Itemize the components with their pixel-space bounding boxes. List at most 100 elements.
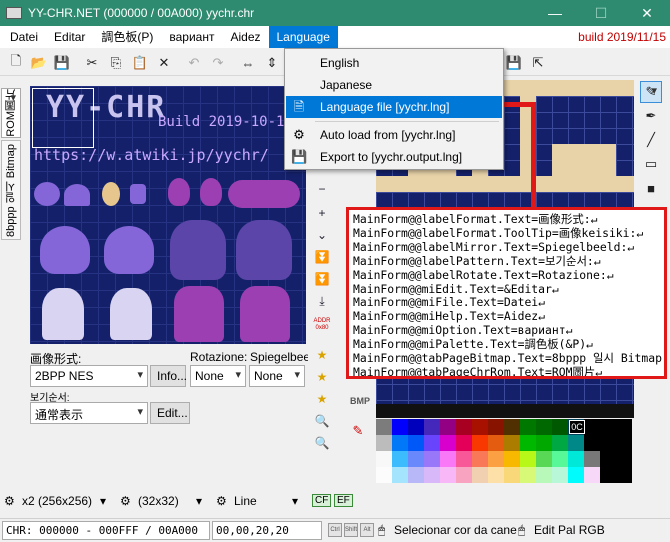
palette-swatch[interactable] <box>552 435 568 451</box>
palette-swatch[interactable] <box>552 419 568 435</box>
palette-swatch[interactable] <box>504 419 520 435</box>
palette-swatch[interactable] <box>536 435 552 451</box>
menu-item-japanese[interactable]: Japanese <box>286 74 502 96</box>
tab-rom[interactable]: ROM圖片 <box>1 88 21 138</box>
palette-swatch[interactable] <box>408 419 424 435</box>
palette-swatch[interactable] <box>520 467 536 483</box>
redo-icon[interactable]: ↷ <box>208 53 228 73</box>
menu-item-export[interactable]: 💾 Export to [yychr.output.lng] <box>286 146 502 168</box>
pattern-select[interactable]: 通常表示 <box>30 402 148 424</box>
rotation-select[interactable]: None <box>190 365 246 387</box>
zoom-select[interactable]: x2 (256x256) <box>22 494 92 508</box>
line-tool-icon[interactable]: ╱ <box>640 129 662 151</box>
grid-dropdown-icon[interactable]: ▾ <box>196 494 202 508</box>
cut-icon[interactable]: ✂ <box>82 53 102 73</box>
ef-toggle[interactable]: EF <box>334 494 353 507</box>
zoom-gear-icon[interactable]: ⚙ <box>4 494 15 508</box>
palette-grid[interactable] <box>376 419 634 483</box>
palette-swatch[interactable] <box>376 467 392 483</box>
palette-swatch[interactable] <box>568 435 584 451</box>
mirror-select[interactable]: None <box>249 365 305 387</box>
menu-language[interactable]: Language <box>268 26 338 48</box>
palette-edit-icon[interactable]: ✎ <box>348 420 368 442</box>
close-button[interactable]: ✕ <box>624 0 670 26</box>
filled-rect-icon[interactable]: ■ <box>640 177 662 199</box>
tool-gear-icon[interactable]: ⚙ <box>216 494 227 508</box>
new-file-icon[interactable]: 🗋 <box>6 53 26 73</box>
cf-toggle[interactable]: CF <box>312 494 332 507</box>
palette-swatch[interactable] <box>568 467 584 483</box>
palette-swatch[interactable] <box>472 467 488 483</box>
menu-palette[interactable]: 調色板(P) <box>93 26 161 48</box>
palette-swatch[interactable] <box>504 451 520 467</box>
palette-swatch[interactable] <box>568 451 584 467</box>
palette-swatch[interactable] <box>440 467 456 483</box>
palette-swatch[interactable] <box>520 435 536 451</box>
delete-icon[interactable]: ✕ <box>154 53 174 73</box>
menu-edit[interactable]: Editar <box>46 26 93 48</box>
flip-horizontal-icon[interactable]: ⇔ <box>238 53 258 73</box>
palette-swatch[interactable] <box>520 419 536 435</box>
palette-swatch[interactable] <box>408 451 424 467</box>
minimize-button[interactable]: — <box>532 0 578 26</box>
palette-swatch[interactable] <box>376 451 392 467</box>
undo-icon[interactable]: ↶ <box>184 53 204 73</box>
save-icon[interactable]: 💾 <box>52 53 72 73</box>
palette-swatch[interactable] <box>392 451 408 467</box>
double-chevron-down-icon[interactable]: ⏬ <box>311 248 333 266</box>
palette-swatch[interactable] <box>424 419 440 435</box>
star-icon-2[interactable]: ★ <box>311 368 333 386</box>
menu-item-auto-load[interactable]: ⚙ Auto load from [yychr.lng] <box>286 124 502 146</box>
palette-swatch[interactable] <box>536 451 552 467</box>
maximize-button[interactable]: ☐ <box>578 0 624 26</box>
palette-strip[interactable] <box>376 404 634 418</box>
zoom-dropdown-icon[interactable]: ▾ <box>100 494 106 508</box>
palette-swatch[interactable] <box>472 435 488 451</box>
palette-swatch[interactable] <box>456 451 472 467</box>
open-folder-icon[interactable]: 📂 <box>29 53 49 73</box>
palette-swatch[interactable] <box>424 435 440 451</box>
palette-swatch[interactable] <box>616 435 632 451</box>
palette-swatch[interactable] <box>504 435 520 451</box>
palette-swatch[interactable] <box>392 435 408 451</box>
palette-swatch[interactable] <box>600 451 616 467</box>
palette-swatch[interactable] <box>376 435 392 451</box>
paste-icon[interactable]: 📋 <box>130 53 150 73</box>
star-icon-1[interactable]: ★ <box>311 346 333 364</box>
plus-icon[interactable]: + <box>311 204 333 222</box>
save-palette-icon[interactable]: 💾 <box>504 53 524 73</box>
palette-swatch[interactable] <box>440 451 456 467</box>
tool-select[interactable]: Line <box>234 494 257 508</box>
palette-swatch[interactable] <box>616 419 632 435</box>
tab-bitmap[interactable]: 8bppp 일시 Bitmap <box>1 140 21 240</box>
palette-swatch[interactable] <box>472 451 488 467</box>
palette-swatch[interactable] <box>552 451 568 467</box>
palette-swatch[interactable] <box>424 451 440 467</box>
export-icon[interactable]: ⇱ <box>528 53 548 73</box>
pencil-icon[interactable]: ✎ <box>640 81 662 103</box>
palette-swatch[interactable] <box>600 435 616 451</box>
menu-item-english[interactable]: English <box>286 52 502 74</box>
palette-swatch[interactable] <box>520 451 536 467</box>
palette-swatch[interactable] <box>440 419 456 435</box>
brush-icon[interactable]: ✒ <box>640 105 662 127</box>
zoom-out-icon[interactable]: 🔍 <box>311 434 333 452</box>
copy-icon[interactable]: ⎘ <box>106 53 126 73</box>
menu-help[interactable]: Aidez <box>222 26 268 48</box>
minus-icon[interactable]: − <box>311 180 333 198</box>
palette-swatch[interactable] <box>440 435 456 451</box>
palette-swatch[interactable] <box>600 419 616 435</box>
palette-swatch[interactable] <box>552 467 568 483</box>
palette-swatch[interactable] <box>456 435 472 451</box>
palette-swatch[interactable] <box>392 467 408 483</box>
menu-file[interactable]: Datei <box>0 26 46 48</box>
chevron-down-icon[interactable]: ⌄ <box>311 226 333 244</box>
palette-swatch[interactable] <box>408 435 424 451</box>
palette-swatch[interactable] <box>616 451 632 467</box>
format-select[interactable]: 2BPP NES <box>30 365 148 387</box>
palette-swatch[interactable] <box>536 419 552 435</box>
flip-vertical-icon[interactable]: ⇕ <box>262 53 282 73</box>
page-down-icon[interactable]: ⏬ <box>311 270 333 288</box>
palette-swatch[interactable] <box>488 451 504 467</box>
palette-swatch[interactable] <box>504 467 520 483</box>
